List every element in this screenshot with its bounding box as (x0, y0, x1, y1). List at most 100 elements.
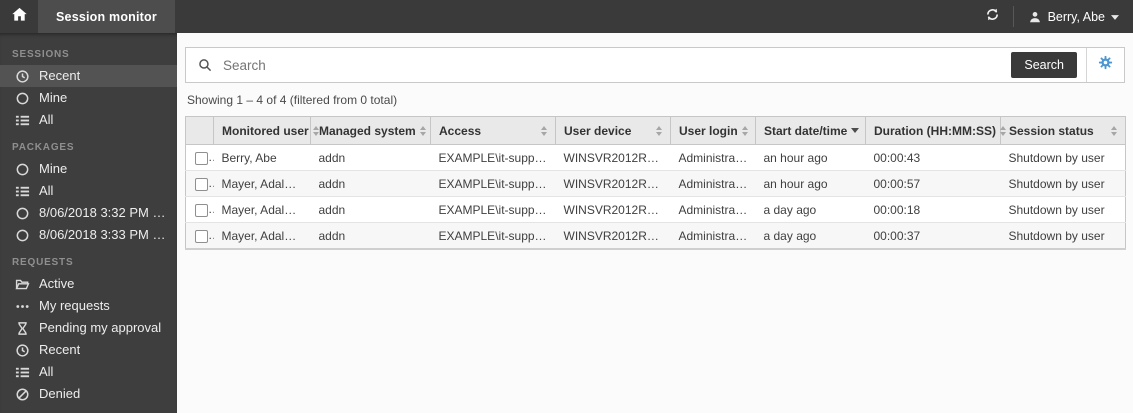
sidebar-item-sessions-all[interactable]: All (0, 109, 177, 131)
column-header-duration-hh-mm-ss[interactable]: Duration (HH:MM:SS) (865, 116, 1006, 145)
row-checkbox[interactable] (195, 177, 208, 191)
ellipsis-icon (15, 299, 30, 314)
cell-user-device: WINSVR2012R2DC (555, 170, 671, 197)
sidebar-item-requests-denied[interactable]: Denied (0, 383, 177, 405)
list-icon (15, 365, 30, 380)
cell-monitored-user: Mayer, Adalberto (213, 170, 311, 197)
settings-button[interactable] (1086, 48, 1124, 82)
sidebar-item-label: Recent (39, 68, 81, 83)
sidebar-item-label: Denied (39, 386, 81, 401)
column-label: Start date/time (764, 123, 848, 138)
refresh-button[interactable] (972, 0, 1013, 33)
sidebar-item-packages-mine[interactable]: Mine (0, 158, 177, 180)
table-row[interactable]: Mayer, Adalberto addn EXAMPLE\it-support WI… (185, 170, 1126, 197)
sidebar-section-title-packages: PACKAGES (12, 142, 75, 153)
denied-icon (15, 387, 30, 402)
search-input[interactable] (221, 56, 1012, 74)
sidebar-item-requests-active[interactable]: Active (0, 273, 177, 295)
column-header-session-status[interactable]: Session status (1000, 116, 1126, 145)
tab-label: Session monitor (56, 9, 157, 24)
folder-open-icon (15, 277, 30, 292)
column-label: User login (679, 123, 738, 138)
sidebar-item-sessions-recent[interactable]: Recent (0, 65, 177, 87)
column-header-start-date-time[interactable]: Start date/time (755, 116, 866, 145)
cell-session-status: Shutdown by user (1000, 196, 1126, 223)
sidebar-item-label: Pending my approval (39, 320, 162, 335)
circle-icon (15, 91, 30, 106)
search-bar: Search (185, 47, 1125, 83)
cell-start-date-time: a day ago (755, 222, 866, 250)
cell-access: EXAMPLE\it-support (430, 144, 556, 171)
home-button[interactable] (0, 0, 38, 33)
column-label: Access (439, 123, 482, 138)
home-icon (11, 6, 28, 28)
hourglass-icon (15, 321, 30, 336)
circle-icon (15, 228, 30, 243)
circle-icon (15, 162, 30, 177)
cell-managed-system: addn (310, 196, 431, 223)
search-button[interactable]: Search (1011, 52, 1077, 78)
sidebar-item-requests-recent[interactable]: Recent (0, 339, 177, 361)
row-checkbox-cell (185, 196, 214, 223)
column-header-monitored-user[interactable]: Monitored user (213, 116, 319, 145)
row-checkbox[interactable] (195, 151, 208, 165)
cell-access: EXAMPLE\it-support (430, 196, 556, 223)
sidebar-section-title-requests: REQUESTS (12, 257, 74, 268)
table-row[interactable]: Mayer, Adalberto addn EXAMPLE\it-support WI… (185, 222, 1126, 250)
list-icon (15, 184, 30, 199)
sort-indicator-icon (741, 125, 748, 136)
table-header-row: Monitored user Managed system Access User d… (185, 116, 1126, 145)
column-header-access[interactable]: Access (430, 116, 556, 145)
row-checkbox[interactable] (195, 229, 208, 243)
sidebar-item-requests-pending-my-approval[interactable]: Pending my approval (0, 317, 177, 339)
sidebar-item-packages-8-06-2018-3-33-pm-d[interactable]: 8/06/2018 3:33 PM D... (0, 224, 177, 246)
person-icon (1028, 10, 1042, 24)
cell-session-status: Shutdown by user (1000, 170, 1126, 197)
sidebar-item-packages-all[interactable]: All (0, 180, 177, 202)
cell-start-date-time: an hour ago (755, 144, 866, 171)
sidebar-item-label: Mine (39, 90, 68, 105)
cell-user-login: Administrator (670, 222, 756, 250)
column-header-managed-system[interactable]: Managed system (310, 116, 431, 145)
sort-indicator-icon (312, 125, 319, 136)
table-row[interactable]: Berry, Abe addn EXAMPLE\it-support WINSVR20… (185, 144, 1126, 171)
sidebar-item-label: All (39, 112, 54, 127)
list-icon (15, 113, 30, 128)
cell-start-date-time: a day ago (755, 196, 866, 223)
table-body: Berry, Abe addn EXAMPLE\it-support WINSVR20… (185, 144, 1126, 250)
sessions-table: Monitored user Managed system Access User d… (185, 116, 1126, 250)
results-summary: Showing 1 – 4 of 4 (filtered from 0 tota… (187, 93, 398, 107)
column-header-checkbox (185, 116, 214, 145)
sidebar-item-packages-8-06-2018-3-32-pm-d[interactable]: 8/06/2018 3:32 PM D... (0, 202, 177, 224)
cell-user-login: Administrator (670, 144, 756, 171)
sidebar-item-label: 8/06/2018 3:33 PM D... (39, 227, 167, 242)
sidebar-item-label: Mine (39, 161, 68, 176)
cell-access: EXAMPLE\it-support (430, 170, 556, 197)
column-label: User device (564, 123, 632, 138)
table-row[interactable]: Mayer, Adalberto addn EXAMPLE\it-support WI… (185, 196, 1126, 223)
cell-user-device: WINSVR2012R2DC (555, 144, 671, 171)
tab-session-monitor[interactable]: Session monitor (38, 0, 175, 33)
column-label: Managed system (319, 123, 416, 138)
cell-session-status: Shutdown by user (1000, 144, 1126, 171)
column-label: Monitored user (222, 123, 309, 138)
cell-monitored-user: Mayer, Adalberto (213, 196, 311, 223)
column-header-user-login[interactable]: User login (670, 116, 756, 145)
sidebar-section-title-sessions: SESSIONS (12, 49, 70, 60)
column-header-user-device[interactable]: User device (555, 116, 671, 145)
sidebar-item-requests-my-requests[interactable]: My requests (0, 295, 177, 317)
sidebar-item-requests-all[interactable]: All (0, 361, 177, 383)
cell-managed-system: addn (310, 222, 431, 250)
cell-monitored-user: Mayer, Adalberto (213, 222, 311, 250)
row-checkbox[interactable] (195, 203, 208, 217)
search-icon (198, 58, 212, 72)
user-name: Berry, Abe (1047, 9, 1105, 24)
sidebar-item-label: My requests (39, 298, 110, 313)
clock-icon (15, 343, 30, 358)
sidebar-item-sessions-mine[interactable]: Mine (0, 87, 177, 109)
user-menu[interactable]: Berry, Abe (1014, 0, 1133, 33)
cell-user-login: Administrator (670, 170, 756, 197)
topbar: Session monitor Berry, Abe (0, 0, 1133, 33)
sidebar-item-label: 8/06/2018 3:32 PM D... (39, 205, 167, 220)
